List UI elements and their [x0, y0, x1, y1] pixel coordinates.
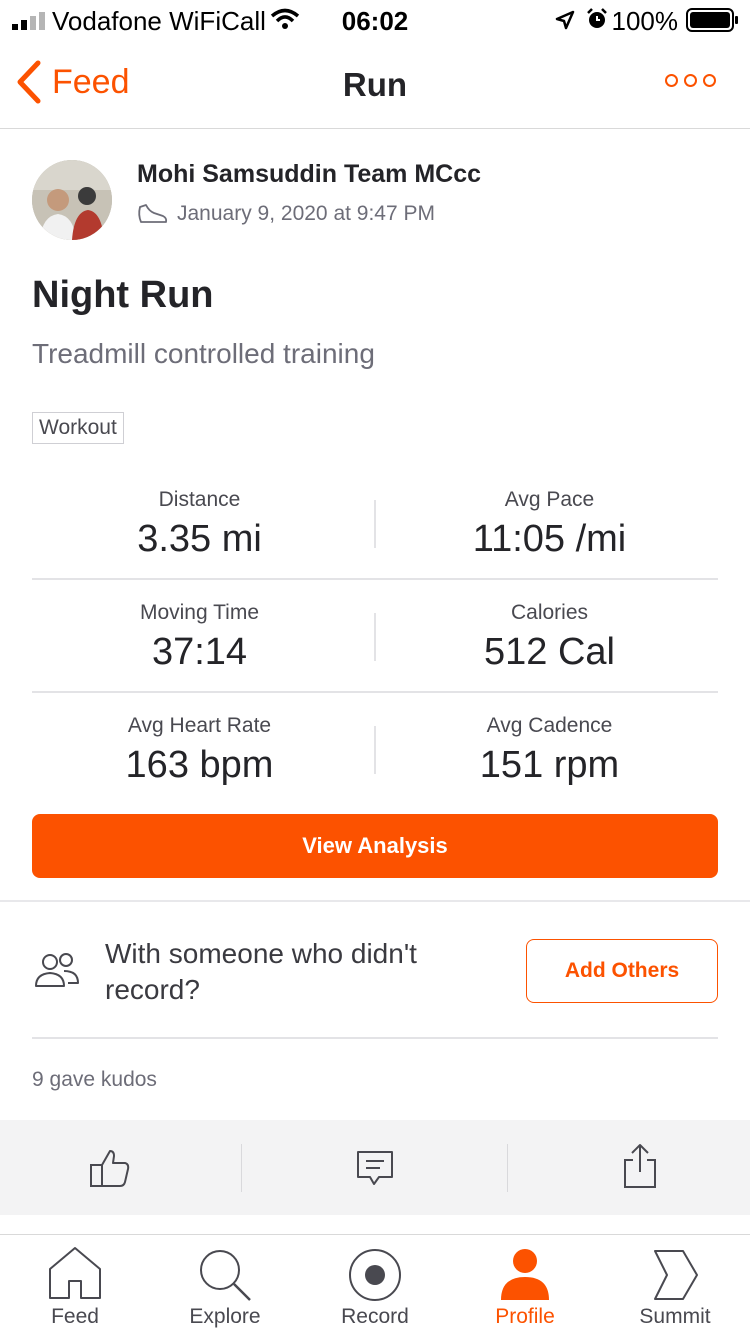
divider — [374, 726, 376, 774]
stat-value-avg-cadence: 151 rpm — [479, 744, 620, 786]
stat-value-avg-heart-rate: 163 bpm — [125, 744, 274, 786]
action-bar — [0, 1120, 750, 1215]
avatar[interactable] — [32, 160, 112, 240]
divider — [507, 1144, 508, 1192]
divider — [241, 1144, 242, 1192]
status-bar: Vodafone WiFiCall 06:02 100% — [0, 0, 750, 40]
tab-label: Feed — [51, 1305, 99, 1328]
kudos-count[interactable]: 9 gave kudos — [32, 1068, 157, 1092]
tab-explore[interactable]: Explore — [150, 1235, 300, 1335]
tab-label: Profile — [495, 1305, 555, 1328]
stat-label-avg-cadence: Avg Cadence — [486, 714, 613, 737]
alarm-icon — [587, 8, 607, 28]
summit-icon — [654, 1250, 698, 1300]
more-dot-icon — [684, 74, 697, 87]
section-divider — [0, 900, 750, 902]
stat-label-distance: Distance — [158, 488, 241, 511]
tab-profile[interactable]: Profile — [450, 1235, 600, 1335]
more-options-button[interactable] — [665, 74, 716, 87]
activity-date: January 9, 2020 at 9:47 PM — [137, 202, 435, 226]
divider — [32, 578, 718, 580]
stat-value-calories: 512 Cal — [484, 631, 615, 673]
record-icon — [349, 1249, 401, 1301]
battery-percent: 100% — [611, 6, 679, 36]
people-icon — [35, 953, 79, 987]
with-others-prompt: With someone who didn't record? — [105, 938, 417, 1005]
stat-label-moving-time: Moving Time — [139, 601, 260, 624]
tab-feed[interactable]: Feed — [0, 1235, 150, 1335]
tab-label: Explore — [189, 1305, 261, 1328]
tab-label: Summit — [639, 1305, 711, 1328]
activity-description: Treadmill controlled training — [32, 338, 375, 369]
share-icon[interactable] — [622, 1142, 658, 1190]
location-arrow-icon — [555, 10, 575, 30]
add-others-button[interactable]: Add Others — [526, 939, 718, 1003]
workout-tag: Workout — [32, 412, 124, 444]
more-dot-icon — [703, 74, 716, 87]
activity-date-text: January 9, 2020 at 9:47 PM — [177, 202, 435, 225]
stat-label-calories: Calories — [510, 601, 589, 624]
more-dot-icon — [665, 74, 678, 87]
tab-record[interactable]: Record — [300, 1235, 450, 1335]
divider — [374, 613, 376, 661]
tab-summit[interactable]: Summit — [600, 1235, 750, 1335]
page-title: Run — [342, 66, 408, 103]
stat-label-avg-pace: Avg Pace — [504, 488, 595, 511]
divider — [374, 500, 376, 548]
profile-icon — [501, 1249, 549, 1300]
stat-label-avg-heart-rate: Avg Heart Rate — [127, 714, 272, 737]
activity-title: Night Run — [32, 274, 214, 316]
home-icon — [49, 1247, 101, 1299]
tab-bar: Feed Explore Record Profile Summit — [0, 1234, 750, 1335]
battery-icon — [686, 8, 738, 32]
tab-label: Record — [341, 1305, 409, 1328]
shoe-icon — [138, 204, 168, 223]
kudos-thumbs-up-icon[interactable] — [88, 1146, 132, 1190]
stat-value-avg-pace: 11:05 /mi — [472, 518, 627, 560]
athlete-name[interactable]: Mohi Samsuddin Team MCcc — [137, 160, 481, 189]
view-analysis-button[interactable]: View Analysis — [32, 814, 718, 878]
search-icon — [200, 1250, 251, 1301]
avatar-photo — [32, 160, 112, 240]
navigation-bar: Feed Run — [0, 40, 750, 129]
comment-icon[interactable] — [355, 1148, 395, 1188]
divider — [32, 691, 718, 693]
divider — [32, 1037, 718, 1039]
stat-value-moving-time: 37:14 — [151, 631, 248, 673]
stat-value-distance: 3.35 mi — [137, 518, 262, 560]
